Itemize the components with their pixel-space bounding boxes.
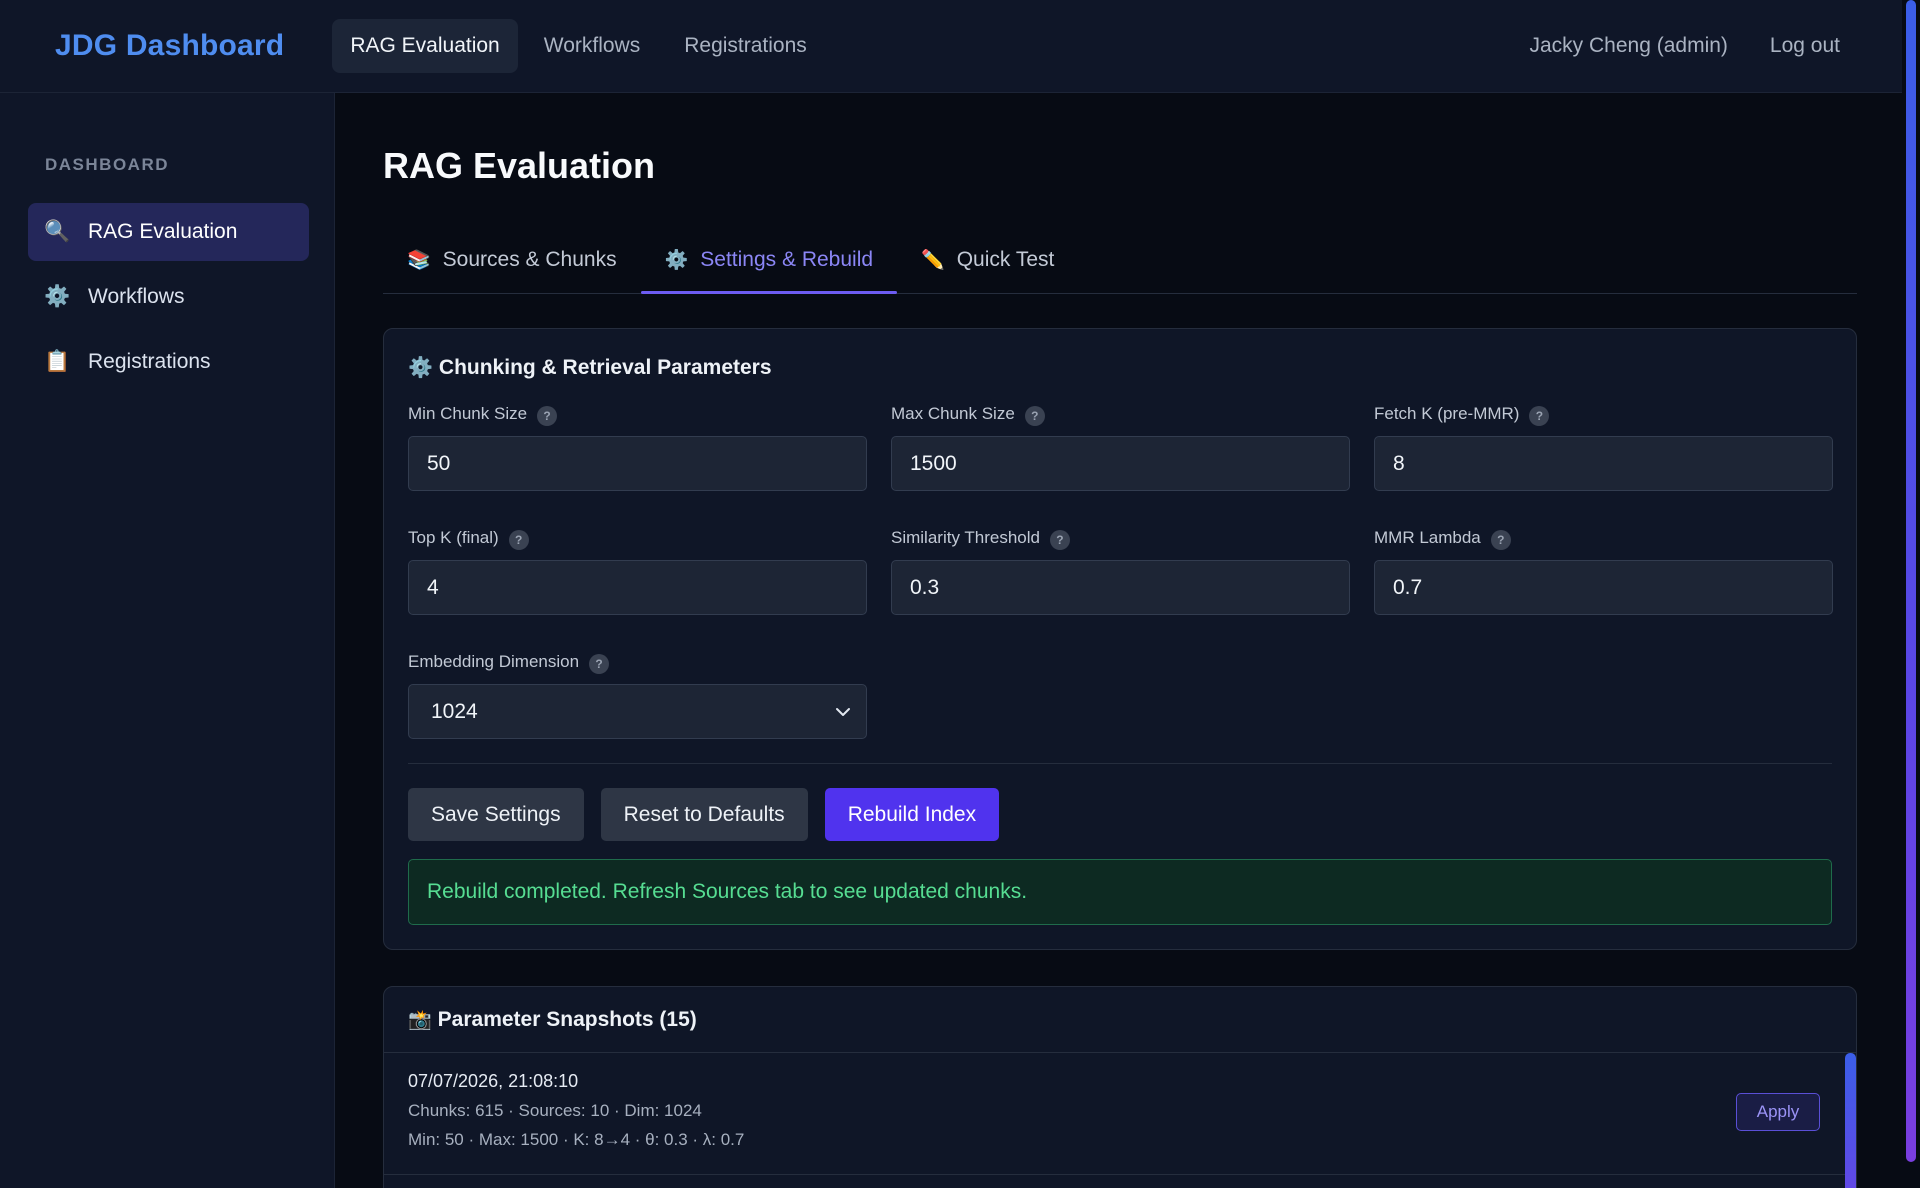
sidebar-heading: DASHBOARD — [45, 155, 169, 174]
rebuild-index-button[interactable]: Rebuild Index — [824, 788, 1000, 841]
field-fetch-k: Fetch K (pre-MMR) ? — [1374, 400, 1833, 491]
field-label: Embedding Dimension — [408, 652, 580, 671]
mmr-lambda-input[interactable] — [1374, 560, 1833, 615]
field-top-k: Top K (final) ? — [408, 524, 867, 615]
user-area: Jacky Cheng (admin) Log out — [1530, 34, 1841, 58]
snapshots-title: Parameter Snapshots (15) — [437, 1007, 697, 1031]
reset-defaults-button[interactable]: Reset to Defaults — [600, 788, 808, 841]
sidebar-item-label: Workflows — [88, 285, 185, 308]
gear-icon: ⚙️ — [44, 285, 71, 308]
snapshot-item: 07/07/2026, 21:08:10 Chunks: 615 · Sourc… — [384, 1053, 1856, 1175]
main-content: RAG Evaluation 📚 Sources & Chunks ⚙️ Set… — [383, 93, 1857, 1188]
alert-text: Rebuild completed. Refresh Sources tab t… — [427, 880, 1028, 903]
logout-link[interactable]: Log out — [1770, 34, 1840, 58]
field-embedding-dimension: Embedding Dimension ? 1024 — [408, 648, 867, 739]
save-settings-button[interactable]: Save Settings — [408, 788, 584, 841]
card-title-text: Chunking & Retrieval Parameters — [438, 355, 772, 379]
min-chunk-size-input[interactable] — [408, 436, 867, 491]
books-icon: 📚 — [407, 250, 431, 271]
snapshot-date: 07/07/2026, 21:08:10 — [408, 1071, 579, 1091]
field-label: Fetch K (pre-MMR) — [1374, 404, 1520, 423]
snapshot-params: Min: 50 · Max: 1500 · K: 8→4 · θ: 0.3 · … — [408, 1130, 745, 1149]
camera-icon: 📸 — [408, 1009, 432, 1031]
field-min-chunk-size: Min Chunk Size ? — [408, 400, 867, 491]
sidebar-menu: 🔍 RAG Evaluation ⚙️ Workflows 📋 Registra… — [0, 203, 334, 391]
divider — [408, 763, 1832, 764]
sidebar: DASHBOARD 🔍 RAG Evaluation ⚙️ Workflows … — [0, 93, 335, 1188]
topnav-rag-evaluation[interactable]: RAG Evaluation — [332, 19, 518, 73]
chevron-down-icon — [836, 708, 850, 716]
page-scrollbar[interactable] — [1906, 0, 1916, 1162]
gear-icon: ⚙️ — [408, 357, 433, 379]
embedding-dimension-select[interactable]: 1024 — [408, 684, 867, 739]
tab-sources-chunks[interactable]: 📚 Sources & Chunks — [383, 227, 641, 293]
snapshots-header: 📸 Parameter Snapshots (15) — [384, 987, 1856, 1053]
gear-icon: ⚙️ — [664, 250, 689, 271]
top-nav: RAG Evaluation Workflows Registrations — [332, 19, 824, 73]
sidebar-item-rag-evaluation[interactable]: 🔍 RAG Evaluation — [28, 203, 309, 261]
apply-snapshot-button[interactable]: Apply — [1736, 1093, 1820, 1131]
snapshot-stats: Chunks: 615 · Sources: 10 · Dim: 1024 — [408, 1101, 702, 1120]
parameters-card-title: ⚙️ Chunking & Retrieval Parameters — [408, 355, 1832, 380]
pencil-icon: ✏️ — [921, 250, 945, 271]
field-label: Top K (final) — [408, 528, 499, 547]
field-max-chunk-size: Max Chunk Size ? — [891, 400, 1350, 491]
sidebar-item-label: Registrations — [88, 350, 211, 373]
brand-logo[interactable]: JDG Dashboard — [55, 29, 284, 63]
sidebar-item-registrations[interactable]: 📋 Registrations — [28, 333, 309, 391]
top-k-input[interactable] — [408, 560, 867, 615]
success-alert: Rebuild completed. Refresh Sources tab t… — [408, 859, 1832, 925]
top-navbar: JDG Dashboard RAG Evaluation Workflows R… — [0, 0, 1902, 93]
topnav-workflows[interactable]: Workflows — [526, 19, 658, 73]
parameters-card: ⚙️ Chunking & Retrieval Parameters Min C… — [383, 328, 1857, 950]
magnifier-icon: 🔍 — [44, 220, 71, 243]
sidebar-item-label: RAG Evaluation — [88, 220, 238, 243]
help-icon[interactable]: ? — [589, 653, 610, 674]
tab-settings-rebuild[interactable]: ⚙️ Settings & Rebuild — [640, 227, 898, 294]
help-icon[interactable]: ? — [508, 529, 529, 550]
parameters-grid: Min Chunk Size ? Max Chunk Size ? Fetch … — [408, 400, 1833, 772]
field-label: Min Chunk Size — [408, 404, 528, 423]
help-icon[interactable]: ? — [537, 405, 558, 426]
tab-label: Settings & Rebuild — [700, 248, 874, 271]
field-similarity-threshold: Similarity Threshold ? — [891, 524, 1350, 615]
help-icon[interactable]: ? — [1049, 529, 1070, 550]
sidebar-item-workflows[interactable]: ⚙️ Workflows — [28, 268, 309, 326]
topnav-registrations[interactable]: Registrations — [666, 19, 825, 73]
action-buttons: Save Settings Reset to Defaults Rebuild … — [408, 788, 1832, 841]
max-chunk-size-input[interactable] — [891, 436, 1350, 491]
snapshots-scrollbar[interactable] — [1845, 1053, 1856, 1188]
field-label: MMR Lambda — [1374, 528, 1481, 547]
tab-label: Quick Test — [956, 248, 1055, 271]
field-mmr-lambda: MMR Lambda ? — [1374, 524, 1833, 615]
tab-label: Sources & Chunks — [442, 248, 617, 271]
fetch-k-input[interactable] — [1374, 436, 1833, 491]
tab-quick-test[interactable]: ✏️ Quick Test — [897, 227, 1078, 293]
select-value[interactable]: 1024 — [408, 684, 867, 739]
similarity-threshold-input[interactable] — [891, 560, 1350, 615]
help-icon[interactable]: ? — [1529, 405, 1550, 426]
user-name[interactable]: Jacky Cheng (admin) — [1530, 34, 1728, 58]
help-icon[interactable]: ? — [1490, 529, 1511, 550]
field-label: Max Chunk Size — [891, 404, 1015, 423]
field-label: Similarity Threshold — [891, 528, 1040, 547]
clipboard-icon: 📋 — [44, 350, 71, 373]
page-title: RAG Evaluation — [383, 145, 656, 186]
snapshots-card: 📸 Parameter Snapshots (15) 07/07/2026, 2… — [383, 986, 1857, 1188]
help-icon[interactable]: ? — [1024, 405, 1045, 426]
tab-bar: 📚 Sources & Chunks ⚙️ Settings & Rebuild… — [383, 227, 1857, 294]
